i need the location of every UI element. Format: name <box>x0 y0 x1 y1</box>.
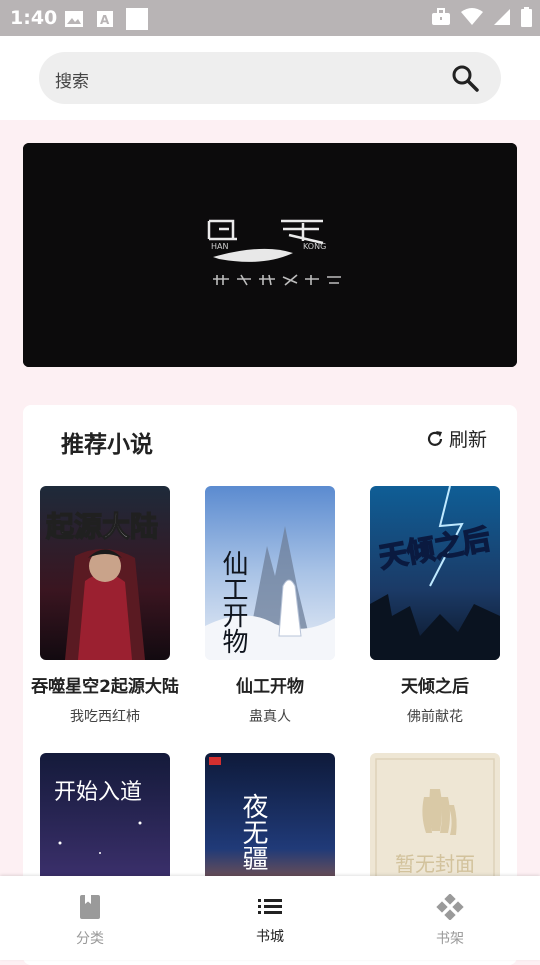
briefcase-icon <box>432 8 450 25</box>
svg-text:A: A <box>100 13 110 27</box>
book-cover-art: 起源大陆 <box>40 486 170 660</box>
gamepad-icon <box>436 893 464 921</box>
nav-bookstore-label: 书城 <box>256 929 284 945</box>
book-author: 佛前献花 <box>407 709 463 725</box>
book-title: 吞噬星空2起源大陆 <box>31 677 179 697</box>
banner-artwork: HAN KONG <box>23 143 517 367</box>
nav-bookshelf-label: 书架 <box>436 931 464 947</box>
status-bar: 1:40 A <box>0 0 540 36</box>
section-title: 推荐小说 <box>61 432 153 458</box>
cover-title-text: 仙工开物 <box>218 550 248 654</box>
wifi-icon <box>461 8 483 25</box>
svg-text:KONG: KONG <box>303 242 326 251</box>
banner-carousel[interactable]: HAN KONG <box>23 143 517 367</box>
search-header: 搜索 <box>0 36 540 120</box>
nav-category[interactable]: 分类 <box>50 894 130 948</box>
font-icon: A <box>97 11 113 27</box>
no-cover-text: 暂无封面 <box>395 852 475 876</box>
refresh-label: 刷新 <box>448 429 487 451</box>
book-cover-art: 天倾之后 <box>370 486 500 660</box>
image-icon <box>65 11 83 27</box>
book-item[interactable]: 天倾之后 天倾之后 佛前献花 <box>370 486 500 725</box>
book-title: 天倾之后 <box>401 677 469 697</box>
book-author: 我吃西红柿 <box>70 709 140 725</box>
blank-notification-icon <box>126 8 148 30</box>
nav-category-label: 分类 <box>76 931 104 947</box>
refresh-button[interactable]: 刷新 <box>425 425 487 452</box>
signal-icon <box>494 9 510 25</box>
book-author: 蛊真人 <box>249 709 291 725</box>
book-cover[interactable]: 天倾之后 <box>370 486 500 660</box>
book-cover-art: 仙工开物 <box>205 486 335 660</box>
book-cover[interactable]: 起源大陆 <box>40 486 170 660</box>
bottom-navigation: 分类 书城 书架 <box>0 876 540 960</box>
cover-title-text: 起源大陆 <box>46 510 158 543</box>
status-time: 1:40 <box>10 7 58 29</box>
book-item[interactable]: 仙工开物 仙工开物 蛊真人 <box>205 486 335 725</box>
nav-bookstore[interactable]: 书城 <box>230 894 310 946</box>
battery-icon <box>521 7 532 27</box>
book-title: 仙工开物 <box>236 677 304 697</box>
refresh-icon <box>427 430 443 446</box>
book-icon <box>80 895 100 919</box>
cover-title-text: 开始入道 <box>54 780 142 805</box>
list-icon <box>258 899 282 914</box>
cover-title-text: 夜无疆 <box>238 793 268 871</box>
search-bar[interactable]: 搜索 <box>39 52 501 104</box>
svg-text:HAN: HAN <box>211 242 228 251</box>
book-item[interactable]: 起源大陆 吞噬星空2起源大陆 我吃西红柿 <box>31 486 179 725</box>
book-cover[interactable]: 仙工开物 <box>205 486 335 660</box>
search-icon[interactable] <box>451 64 479 92</box>
nav-bookshelf[interactable]: 书架 <box>410 893 490 948</box>
search-input[interactable]: 搜索 <box>55 67 89 92</box>
